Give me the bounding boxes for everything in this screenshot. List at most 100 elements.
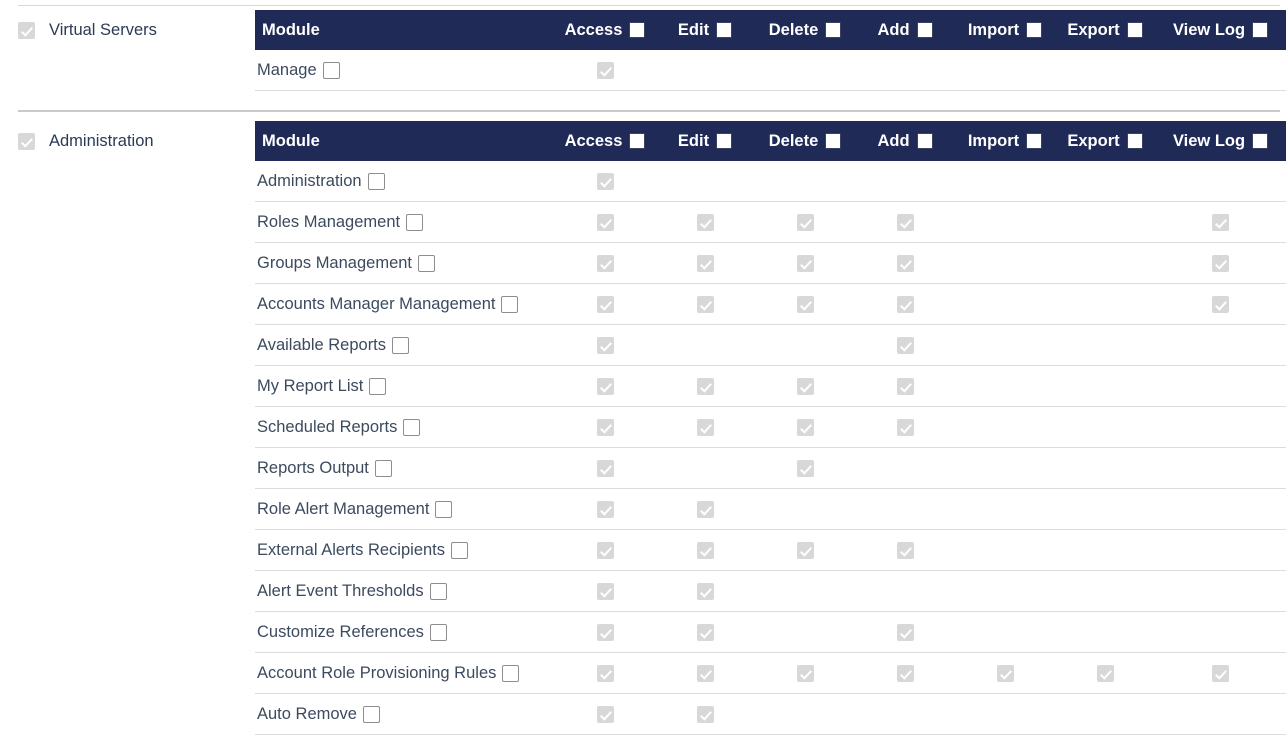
module-select-checkbox[interactable] [430, 624, 447, 641]
permission-checkbox-edit[interactable] [697, 665, 714, 682]
permission-checkbox-access[interactable] [597, 255, 614, 272]
permission-cell-access[interactable] [555, 448, 655, 489]
permission-cell-add[interactable] [855, 325, 955, 366]
select-all-view-log-checkbox[interactable] [1252, 22, 1268, 38]
permission-cell-import[interactable] [955, 243, 1055, 284]
permission-cell-access[interactable] [555, 50, 655, 91]
permission-cell-edit[interactable] [655, 571, 755, 612]
permission-checkbox-add[interactable] [897, 296, 914, 313]
permission-cell-export[interactable] [1055, 202, 1155, 243]
permission-cell-add[interactable] [855, 407, 955, 448]
select-all-access-checkbox[interactable] [629, 133, 645, 149]
module-select-checkbox[interactable] [323, 62, 340, 79]
permission-cell-delete[interactable] [755, 489, 855, 530]
select-all-import-checkbox[interactable] [1026, 133, 1042, 149]
permission-checkbox-access[interactable] [597, 542, 614, 559]
permission-cell-export[interactable] [1055, 448, 1155, 489]
permission-checkbox-edit[interactable] [697, 501, 714, 518]
permission-cell-export[interactable] [1055, 653, 1155, 694]
permission-cell-import[interactable] [955, 653, 1055, 694]
permission-cell-import[interactable] [955, 161, 1055, 202]
permission-cell-delete[interactable] [755, 530, 855, 571]
permission-cell-import[interactable] [955, 202, 1055, 243]
module-select-checkbox[interactable] [435, 501, 452, 518]
permission-cell-add[interactable] [855, 161, 955, 202]
permission-cell-view-log[interactable] [1155, 366, 1286, 407]
permission-cell-edit[interactable] [655, 694, 755, 735]
module-select-checkbox[interactable] [368, 173, 385, 190]
permission-cell-access[interactable] [555, 325, 655, 366]
permission-cell-view-log[interactable] [1155, 489, 1286, 530]
select-all-export-checkbox[interactable] [1127, 22, 1143, 38]
permission-cell-access[interactable] [555, 202, 655, 243]
permission-cell-edit[interactable] [655, 407, 755, 448]
permission-checkbox-access[interactable] [597, 62, 614, 79]
permission-cell-add[interactable] [855, 243, 955, 284]
permission-cell-export[interactable] [1055, 530, 1155, 571]
permission-checkbox-delete[interactable] [797, 665, 814, 682]
module-select-checkbox[interactable] [501, 296, 518, 313]
module-select-checkbox[interactable] [502, 665, 519, 682]
permission-cell-import[interactable] [955, 571, 1055, 612]
permission-cell-export[interactable] [1055, 489, 1155, 530]
permission-cell-access[interactable] [555, 530, 655, 571]
permission-cell-delete[interactable] [755, 571, 855, 612]
permission-checkbox-edit[interactable] [697, 583, 714, 600]
permission-checkbox-edit[interactable] [697, 255, 714, 272]
permission-checkbox-add[interactable] [897, 337, 914, 354]
permission-cell-view-log[interactable] [1155, 243, 1286, 284]
permission-cell-import[interactable] [955, 530, 1055, 571]
permission-checkbox-view-log[interactable] [1212, 214, 1229, 231]
permission-cell-edit[interactable] [655, 530, 755, 571]
select-all-export-checkbox[interactable] [1127, 133, 1143, 149]
permission-cell-edit[interactable] [655, 243, 755, 284]
module-select-checkbox[interactable] [369, 378, 386, 395]
permission-checkbox-access[interactable] [597, 624, 614, 641]
select-all-access-checkbox[interactable] [629, 22, 645, 38]
permission-cell-delete[interactable] [755, 653, 855, 694]
permission-cell-delete[interactable] [755, 284, 855, 325]
permission-checkbox-export[interactable] [1097, 665, 1114, 682]
permission-checkbox-edit[interactable] [697, 624, 714, 641]
select-all-delete-checkbox[interactable] [825, 22, 841, 38]
permission-cell-access[interactable] [555, 366, 655, 407]
permission-checkbox-view-log[interactable] [1212, 665, 1229, 682]
permission-cell-import[interactable] [955, 489, 1055, 530]
permission-cell-add[interactable] [855, 653, 955, 694]
permission-cell-view-log[interactable] [1155, 202, 1286, 243]
permission-cell-import[interactable] [955, 448, 1055, 489]
module-select-checkbox[interactable] [451, 542, 468, 559]
permission-cell-delete[interactable] [755, 161, 855, 202]
permission-checkbox-delete[interactable] [797, 542, 814, 559]
permission-checkbox-view-log[interactable] [1212, 296, 1229, 313]
permission-checkbox-edit[interactable] [697, 214, 714, 231]
permission-cell-export[interactable] [1055, 284, 1155, 325]
permission-cell-view-log[interactable] [1155, 161, 1286, 202]
permission-cell-view-log[interactable] [1155, 284, 1286, 325]
permission-cell-add[interactable] [855, 50, 955, 91]
permission-checkbox-delete[interactable] [797, 214, 814, 231]
select-all-view-log-checkbox[interactable] [1252, 133, 1268, 149]
permission-cell-edit[interactable] [655, 284, 755, 325]
permission-cell-access[interactable] [555, 284, 655, 325]
permission-cell-edit[interactable] [655, 325, 755, 366]
permission-checkbox-access[interactable] [597, 665, 614, 682]
permission-cell-view-log[interactable] [1155, 530, 1286, 571]
permission-cell-view-log[interactable] [1155, 571, 1286, 612]
group-toggle-administration[interactable]: Administration [0, 121, 255, 161]
permission-cell-view-log[interactable] [1155, 653, 1286, 694]
permission-cell-delete[interactable] [755, 50, 855, 91]
permission-checkbox-access[interactable] [597, 583, 614, 600]
permission-cell-import[interactable] [955, 284, 1055, 325]
select-all-edit-checkbox[interactable] [716, 22, 732, 38]
permission-cell-delete[interactable] [755, 407, 855, 448]
permission-checkbox-access[interactable] [597, 419, 614, 436]
permission-checkbox-add[interactable] [897, 378, 914, 395]
permission-cell-export[interactable] [1055, 612, 1155, 653]
permission-checkbox-delete[interactable] [797, 296, 814, 313]
permission-checkbox-access[interactable] [597, 337, 614, 354]
permission-checkbox-add[interactable] [897, 214, 914, 231]
permission-checkbox-delete[interactable] [797, 378, 814, 395]
permission-cell-export[interactable] [1055, 325, 1155, 366]
permission-cell-export[interactable] [1055, 50, 1155, 91]
